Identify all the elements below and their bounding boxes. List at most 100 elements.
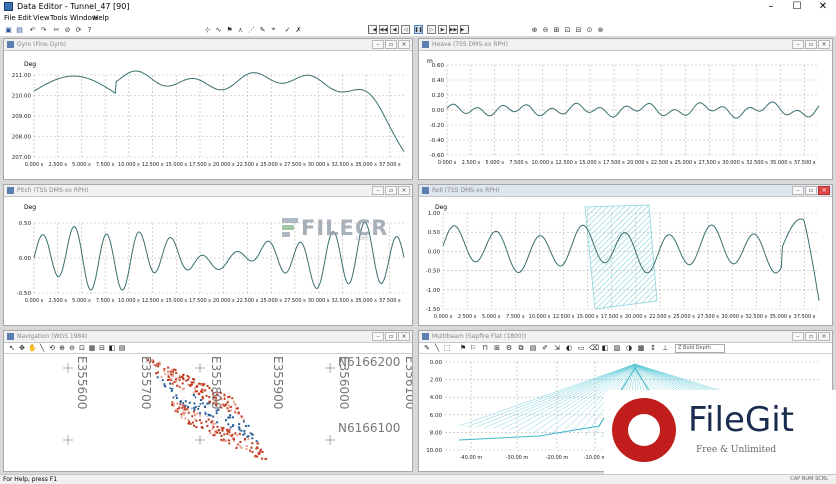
menu-view[interactable]: View xyxy=(33,14,50,22)
contrast-icon[interactable]: ◑ xyxy=(625,344,633,352)
interpolate-tool-icon[interactable]: ⋰ xyxy=(247,25,256,34)
redo-icon[interactable]: ↷ xyxy=(39,25,48,34)
maximize-button[interactable]: ▫ xyxy=(385,186,397,195)
layers-icon[interactable]: ▤ xyxy=(118,344,126,352)
display-icon[interactable]: ▭ xyxy=(577,344,585,352)
menu-edit[interactable]: Edit xyxy=(18,14,32,22)
selection-region[interactable] xyxy=(584,204,658,310)
maximize-button[interactable]: ☐ xyxy=(784,0,810,14)
help-icon[interactable]: ? xyxy=(85,25,94,34)
lock-icon[interactable]: ⊘ xyxy=(63,25,72,34)
grid-icon[interactable]: ▦ xyxy=(88,344,96,352)
edit-icon[interactable]: ✐ xyxy=(541,344,549,352)
bookmark-icon[interactable]: ⚐ xyxy=(469,344,477,352)
roll-titlebar[interactable]: Roll (TSS DMS-xx RPH) – ▫ × xyxy=(419,185,832,197)
smooth-tool-icon[interactable]: ∿ xyxy=(214,25,223,34)
fx-tool-icon[interactable]: ⊹ xyxy=(203,25,212,34)
menu-tools[interactable]: Tools xyxy=(50,14,67,22)
pan-icon[interactable]: ✋ xyxy=(28,344,37,352)
color-icon[interactable]: ◧ xyxy=(108,344,116,352)
pointer-icon[interactable]: ↖ xyxy=(8,344,16,352)
last-icon[interactable]: ▶▕ xyxy=(460,25,469,34)
close-button[interactable]: × xyxy=(818,332,830,341)
back-icon[interactable]: ◁ xyxy=(401,25,410,34)
line-tool-icon[interactable]: ╲ xyxy=(38,344,46,352)
pitch-panel[interactable]: Pitch (TSS DMS-xx RPH) – ▫ × Deg 0.50 0.0… xyxy=(3,184,413,326)
minimize-button[interactable]: – xyxy=(792,332,804,341)
pitch-titlebar[interactable]: Pitch (TSS DMS-xx RPH) – ▫ × xyxy=(4,185,412,197)
open-icon[interactable]: ▣ xyxy=(4,25,13,34)
save-icon[interactable]: ▤ xyxy=(15,25,24,34)
navigation-titlebar[interactable]: Navigation (WGS 1984) – ▫ × xyxy=(4,331,412,343)
menu-help[interactable]: Help xyxy=(93,14,109,22)
undo-icon[interactable]: ↶ xyxy=(28,25,37,34)
step-back-icon[interactable]: ◀ xyxy=(390,25,399,34)
roll-plot[interactable]: Deg 1.00 0.50 0.00 -0.50 -1.00 -1.50 0.000 s 2… xyxy=(419,197,832,325)
gyro-titlebar[interactable]: Gyro (Fine Gyro) – ▫ × xyxy=(4,39,412,51)
heave-titlebar[interactable]: Heave (TSS DMS-xx RPH) – ▫ × xyxy=(419,39,832,51)
roll-panel[interactable]: Roll (TSS DMS-xx RPH) – ▫ × Deg 1.00 0.50… xyxy=(418,184,833,326)
close-button[interactable]: × xyxy=(398,186,410,195)
rewind-icon[interactable]: ◀◀ xyxy=(379,25,388,34)
menu-file[interactable]: File xyxy=(4,14,16,22)
step-forward-icon[interactable]: ▶ xyxy=(438,25,447,34)
maximize-button[interactable]: ▫ xyxy=(805,40,817,49)
fast-forward-icon[interactable]: ▶▶ xyxy=(449,25,458,34)
rotate-icon[interactable]: ⟲ xyxy=(48,344,56,352)
zoom-in-icon[interactable]: ⊕ xyxy=(530,25,539,34)
zoom-in-icon[interactable]: ⊕ xyxy=(58,344,66,352)
move-icon[interactable]: ✥ xyxy=(18,344,26,352)
cut-icon[interactable]: ✂ xyxy=(52,25,61,34)
color-icon[interactable]: ◧ xyxy=(601,344,609,352)
zoom-box-icon[interactable]: ⊞ xyxy=(552,25,561,34)
pencil-icon[interactable]: ✎ xyxy=(423,344,431,352)
first-icon[interactable]: ▏◀ xyxy=(368,25,377,34)
navigation-panel[interactable]: Navigation (WGS 1984) – ▫ × ↖ ✥ ✋ ╲ ⟲ ⊕ … xyxy=(3,330,413,472)
minimize-button[interactable]: – xyxy=(792,40,804,49)
ruler-icon[interactable]: ⊟ xyxy=(98,344,106,352)
refresh-icon[interactable]: ⟳ xyxy=(74,25,83,34)
minimize-button[interactable]: – xyxy=(792,186,804,195)
export-icon[interactable]: ⇲ xyxy=(553,344,561,352)
close-button[interactable]: × xyxy=(818,186,830,195)
heave-panel[interactable]: Heave (TSS DMS-xx RPH) – ▫ × m 0.60 0.40 0… xyxy=(418,38,833,180)
maximize-button[interactable]: ▫ xyxy=(805,186,817,195)
zoom-reset-icon[interactable]: ⊗ xyxy=(596,25,605,34)
close-button[interactable]: × xyxy=(398,332,410,341)
zoom-x-icon[interactable]: ⊡ xyxy=(563,25,572,34)
check-icon[interactable]: ✓ xyxy=(283,25,292,34)
multibeam-titlebar[interactable]: Multibeam (Sapfire Flat (1800)) – ▫ × xyxy=(419,331,832,343)
maximize-button[interactable]: ▫ xyxy=(385,332,397,341)
copy-icon[interactable]: ⧉ xyxy=(517,344,525,352)
close-button[interactable]: × xyxy=(818,40,830,49)
maximize-button[interactable]: ▫ xyxy=(805,332,817,341)
line-tool-icon[interactable]: ╲ xyxy=(433,344,441,352)
zoom-out-icon[interactable]: ⊖ xyxy=(68,344,76,352)
gyro-panel[interactable]: Gyro (Fine Gyro) – ▫ × Deg 211.00 210.00 2… xyxy=(3,38,413,180)
zoom-fit-icon[interactable]: ⊡ xyxy=(78,344,86,352)
zoom-y-icon[interactable]: ⊟ xyxy=(574,25,583,34)
depth-icon[interactable]: ↕ xyxy=(649,344,657,352)
shading-icon[interactable]: ◐ xyxy=(565,344,573,352)
flag-icon[interactable]: ⚑ xyxy=(459,344,467,352)
minimize-button[interactable]: – xyxy=(372,40,384,49)
close-button[interactable]: × xyxy=(398,40,410,49)
flag-tool-icon[interactable]: ⚑ xyxy=(225,25,234,34)
select-tool-icon[interactable]: ⌖ xyxy=(269,25,278,34)
edit-tool-icon[interactable]: ✎ xyxy=(258,25,267,34)
zoom-out-icon[interactable]: ⊖ xyxy=(541,25,550,34)
vertical-icon[interactable]: ⊥ xyxy=(661,344,669,352)
play-icon[interactable]: ▷ xyxy=(427,25,436,34)
close-button[interactable]: ✕ xyxy=(810,0,836,14)
filter-tool-icon[interactable]: ⋏ xyxy=(236,25,245,34)
gyro-plot[interactable]: Deg 211.00 210.00 209.00 208.00 207.00 0.000… xyxy=(4,51,412,179)
zoom-fit-icon[interactable]: ⊙ xyxy=(585,25,594,34)
erase-icon[interactable]: ⌫ xyxy=(589,344,599,352)
maximize-button[interactable]: ▫ xyxy=(385,40,397,49)
navigation-map[interactable]: E355600 E355700 E355800 E355900 E356000 E3561… xyxy=(4,354,412,471)
filter-icon[interactable]: ⊞ xyxy=(493,344,501,352)
heave-plot[interactable]: m 0.600.400.200.00-0.20-0.40-0.60 0.000 … xyxy=(419,51,832,179)
fill-icon[interactable]: ▩ xyxy=(637,344,645,352)
table-icon[interactable]: ▤ xyxy=(529,344,537,352)
swath-icon[interactable]: ⊓ xyxy=(481,344,489,352)
